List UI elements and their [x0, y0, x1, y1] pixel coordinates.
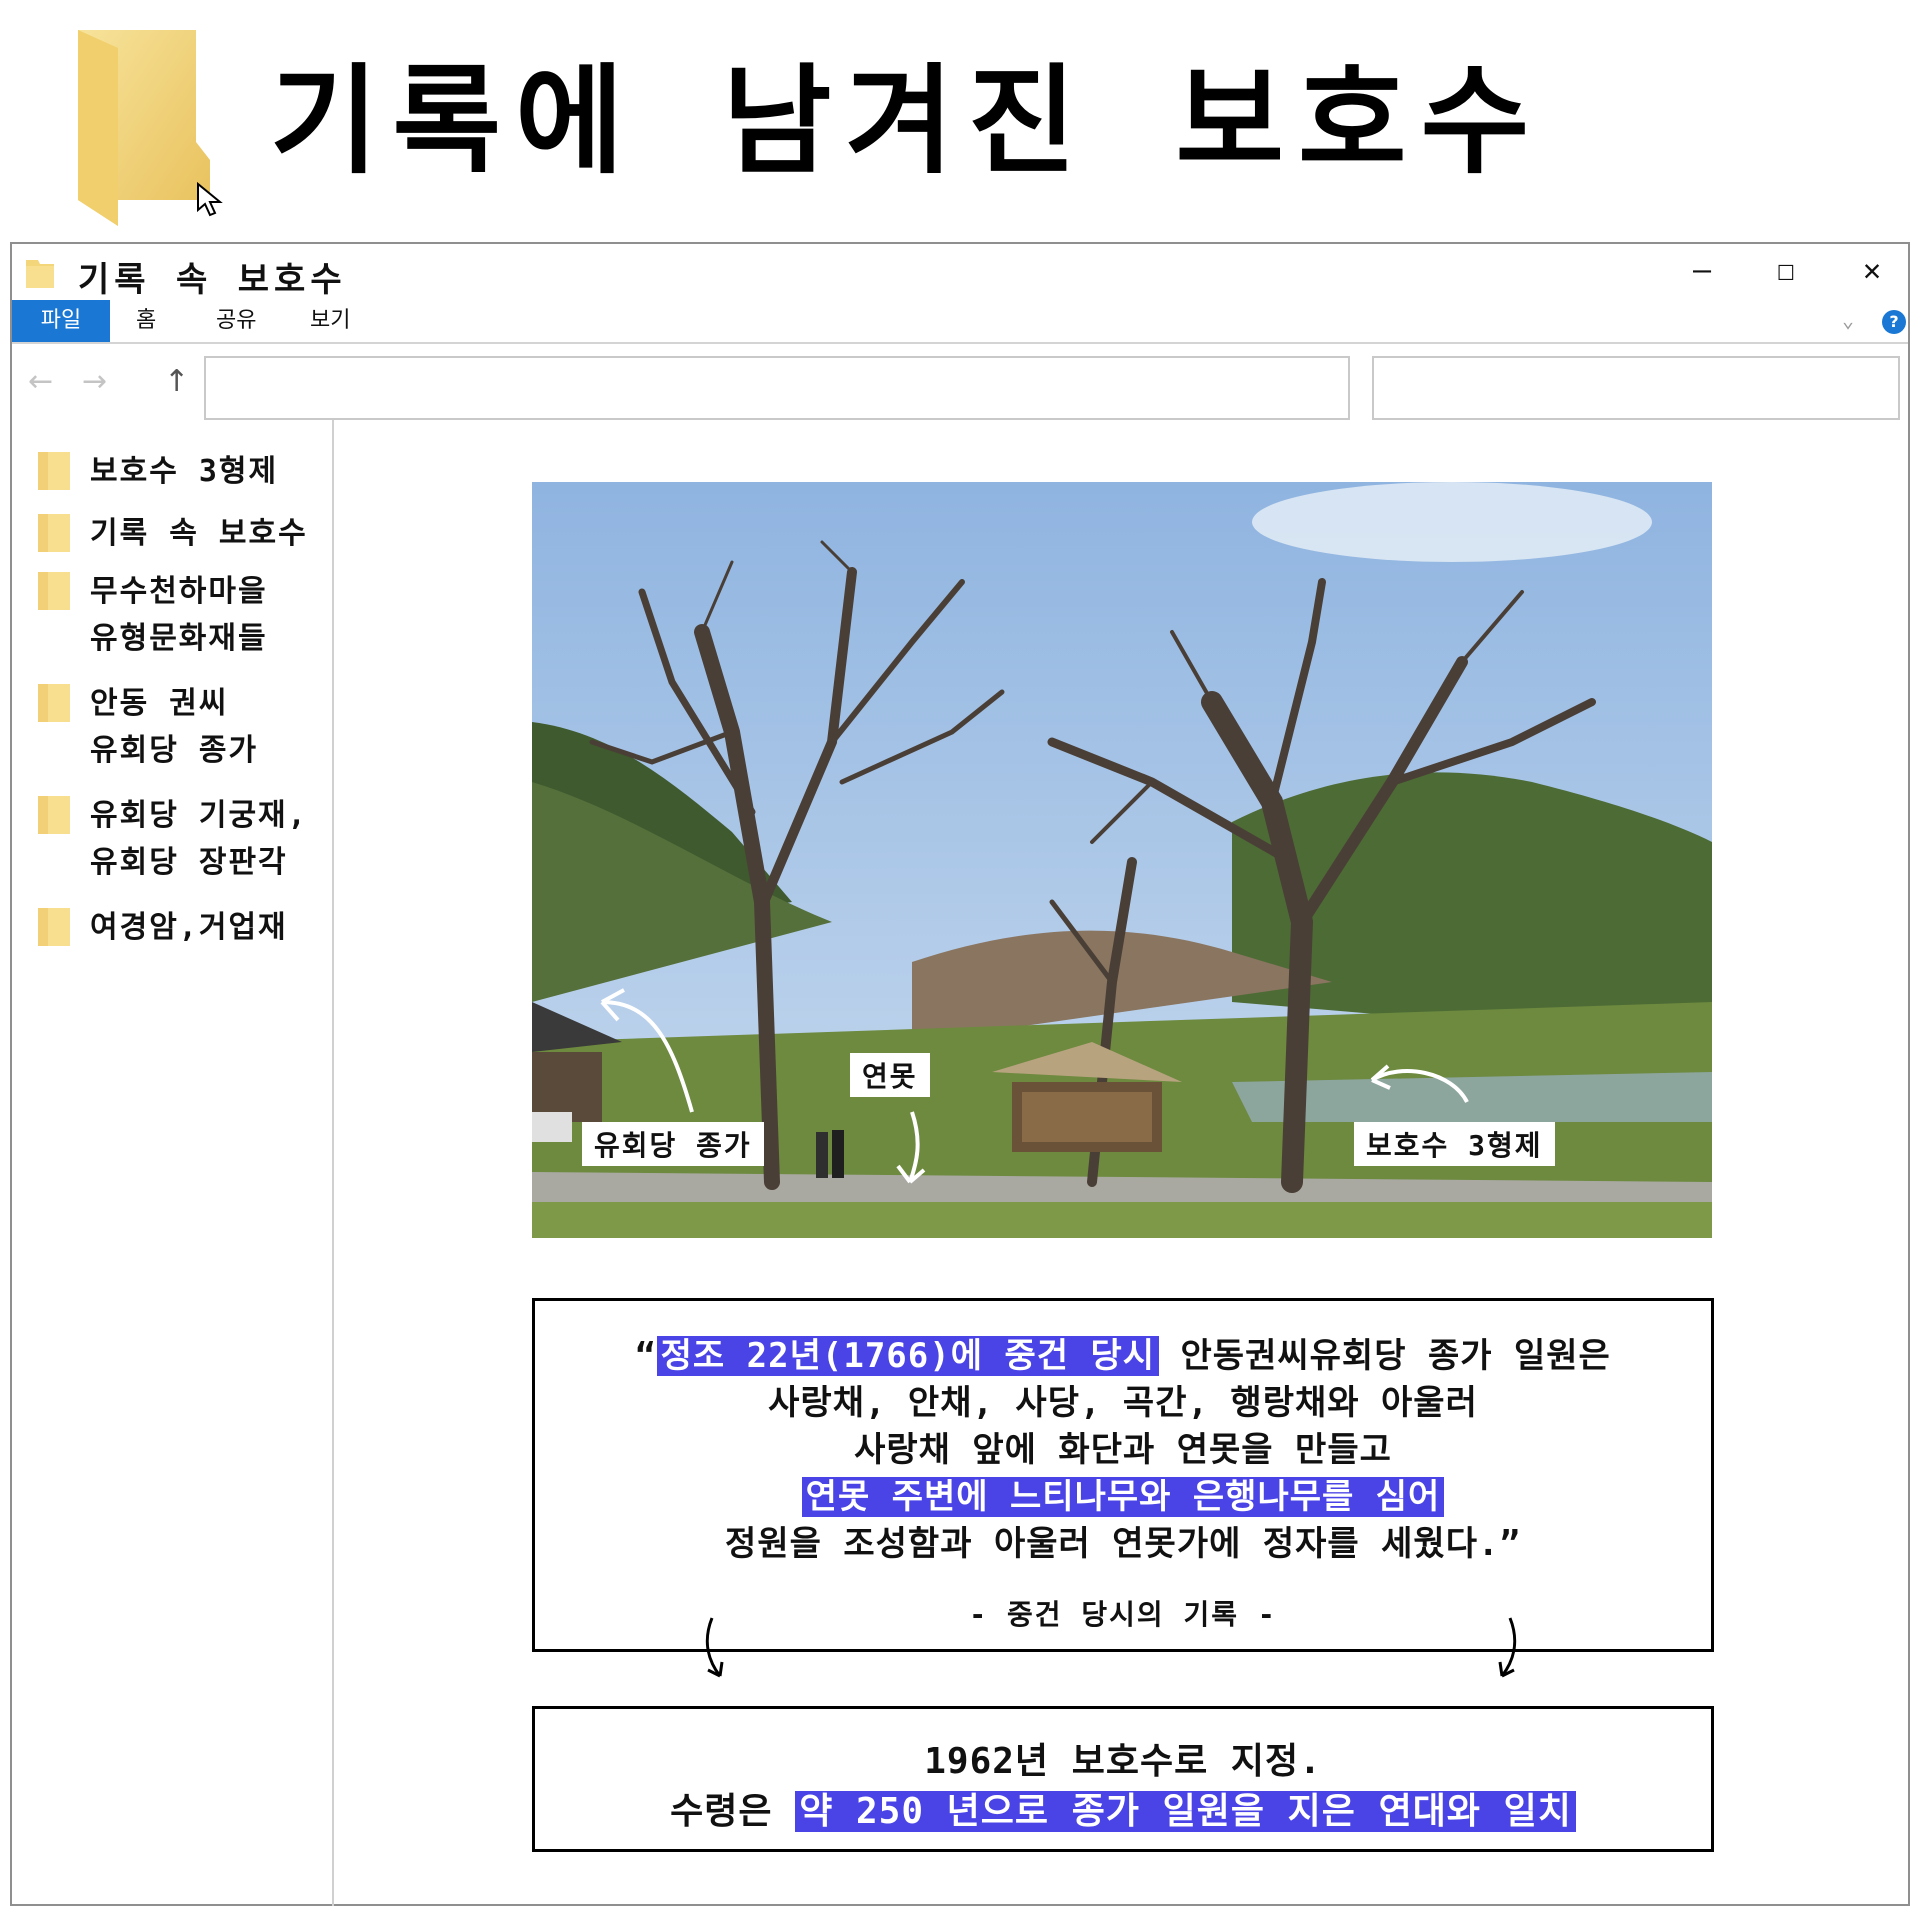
folder-icon — [38, 796, 70, 834]
ribbon: 파일 홈 공유 보기 ⌄ ? — [12, 300, 1908, 344]
back-arrow-icon[interactable]: ← — [28, 364, 53, 399]
folder-icon — [38, 908, 70, 946]
folder-icon — [38, 572, 70, 610]
folder-icon — [38, 684, 70, 722]
folder-icon — [38, 452, 70, 490]
page-title: 기록에 남겨진 보호수 — [270, 52, 1544, 190]
highlight-age: 약 250 년으로 종가 일원을 지은 연대와 일치 — [795, 1791, 1576, 1832]
designation-prefix: 수령은 — [670, 1791, 796, 1832]
explorer-window: 기록 속 보호수 — ☐ ✕ 파일 홈 공유 보기 ⌄ ? ← → ↑ 보호수 … — [10, 242, 1910, 1906]
curved-arrow-icon — [1498, 1617, 1517, 1678]
landscape-photo: 유회당 종가 연못 보호수 3형제 — [532, 482, 1712, 1238]
sidebar-item-label: 기록 속 보호수 — [90, 516, 308, 551]
sidebar-item-gigungjae[interactable]: 유회당 기궁재, 유회당 장판각 — [38, 792, 338, 886]
up-arrow-icon[interactable]: ↑ — [164, 364, 189, 399]
folder-icon — [26, 260, 54, 288]
record-quote-box: “정조 22년(1766)에 중건 당시 안동권씨유회당 종가 일원은 사랑채,… — [532, 1298, 1714, 1652]
highlight-reconstruction: 정조 22년(1766)에 중건 당시 — [656, 1336, 1160, 1376]
tab-home[interactable]: 홈 — [136, 300, 156, 342]
designation-line-1: 1962년 보호수로 지정. — [924, 1741, 1322, 1782]
sidebar-item-label: 안동 권씨 유회당 종가 — [90, 686, 259, 768]
forward-arrow-icon[interactable]: → — [82, 364, 107, 399]
tab-view[interactable]: 보기 — [310, 300, 350, 342]
sidebar-item-jongga[interactable]: 안동 권씨 유회당 종가 — [38, 680, 338, 774]
navigation-bar: ← → ↑ — [12, 344, 1908, 420]
sidebar-item-cultural-assets[interactable]: 무수천하마을 유형문화재들 — [38, 568, 338, 662]
photo-label-jongga: 유회당 종가 — [582, 1122, 764, 1166]
designation-text: 1962년 보호수로 지정. 수령은 약 250 년으로 종가 일원을 지은 연… — [535, 1737, 1711, 1837]
designation-box: 1962년 보호수로 지정. 수령은 약 250 년으로 종가 일원을 지은 연… — [532, 1706, 1714, 1852]
address-bar[interactable] — [204, 356, 1350, 420]
maximize-button[interactable]: ☐ — [1756, 250, 1816, 290]
folder-icon — [38, 514, 70, 552]
help-icon[interactable]: ? — [1882, 310, 1906, 334]
sidebar-item-yeogyeongam[interactable]: 여경암,거업재 — [38, 904, 338, 951]
tab-share[interactable]: 공유 — [216, 300, 256, 342]
close-button[interactable]: ✕ — [1842, 250, 1902, 290]
sidebar: 보호수 3형제 기록 속 보호수 무수천하마을 유형문화재들 안동 권씨 유회당… — [12, 420, 334, 1906]
record-quote: “정조 22년(1766)에 중건 당시 안동권씨유회당 종가 일원은 사랑채,… — [535, 1333, 1711, 1568]
mouse-cursor-icon — [197, 182, 223, 217]
open-quote: “ — [635, 1336, 657, 1376]
sidebar-item-label: 무수천하마을 유형문화재들 — [90, 574, 268, 656]
highlight-planting: 연못 주변에 느티나무와 은행나무를 심어 — [801, 1477, 1445, 1517]
record-line-1: 안동권씨유회당 종가 일원은 — [1159, 1336, 1611, 1376]
sidebar-item-label: 유회당 기궁재, 유회당 장판각 — [90, 798, 308, 880]
search-input[interactable] — [1372, 356, 1900, 420]
chevron-down-icon[interactable]: ⌄ — [1842, 308, 1854, 332]
photo-label-trees: 보호수 3형제 — [1354, 1122, 1555, 1166]
photo-label-pond: 연못 — [850, 1053, 930, 1097]
sidebar-item-trees[interactable]: 보호수 3형제 — [38, 448, 338, 495]
folder-icon — [78, 30, 210, 226]
sidebar-item-label: 여경암,거업재 — [90, 910, 288, 945]
window-title: 기록 속 보호수 — [78, 260, 347, 300]
tab-file[interactable]: 파일 — [12, 300, 110, 342]
sidebar-item-label: 보호수 3형제 — [90, 454, 279, 489]
minimize-button[interactable]: — — [1672, 250, 1732, 290]
record-line-3: 사랑채 앞에 화단과 연못을 만들고 — [854, 1430, 1392, 1470]
curved-arrow-icon — [705, 1617, 724, 1678]
title-bar: 기록 속 보호수 — ☐ ✕ — [12, 244, 1908, 300]
record-line-2: 사랑채, 안채, 사당, 곡간, 행랑채와 아울러 — [768, 1383, 1478, 1423]
record-line-5: 정원을 조성함과 아울러 연못가에 정자를 세웠다.” — [725, 1524, 1521, 1564]
sidebar-item-records[interactable]: 기록 속 보호수 — [38, 510, 338, 557]
